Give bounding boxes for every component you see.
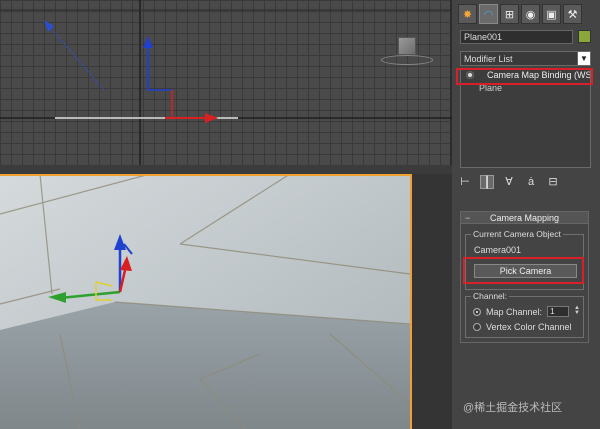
object-color-swatch[interactable] xyxy=(578,30,591,43)
current-camera-name: Camera001 xyxy=(474,245,522,255)
motion-tab-icon[interactable]: ◉ xyxy=(521,4,540,24)
top-viewport[interactable] xyxy=(0,0,452,165)
perspective-viewport[interactable] xyxy=(0,174,452,429)
map-channel-label: Map Channel: xyxy=(486,306,543,317)
vertex-color-label: Vertex Color Channel xyxy=(486,322,572,332)
group-label: Channel: xyxy=(471,291,510,301)
configure-sets-icon[interactable]: ⊟ xyxy=(546,175,560,189)
collapse-icon[interactable]: − xyxy=(465,212,470,224)
active-viewport-border-right xyxy=(410,174,452,429)
hierarchy-tab-icon[interactable]: ⊞ xyxy=(500,4,519,24)
group-label: Current Camera Object xyxy=(471,229,563,239)
make-unique-icon[interactable]: ∀ xyxy=(502,175,516,189)
vertex-color-row: Vertex Color Channel xyxy=(473,322,572,332)
spinner-arrows-icon[interactable]: ▲ ▼ xyxy=(574,305,581,317)
map-channel-row: Map Channel: 1 ▲ ▼ xyxy=(473,305,581,317)
modifier-list-dropdown[interactable]: Modifier List ▼ xyxy=(460,51,591,66)
rollout-title: Camera Mapping xyxy=(489,213,560,223)
view-cube-ring[interactable] xyxy=(381,55,433,65)
viewport-divider[interactable] xyxy=(0,165,452,174)
chevron-down-icon[interactable]: ▼ xyxy=(577,52,590,65)
viewport-render xyxy=(0,174,411,429)
utilities-tab-icon[interactable]: ⚒ xyxy=(563,4,582,24)
rollout-header[interactable]: − Camera Mapping xyxy=(461,212,588,224)
highlight-box-pick-camera xyxy=(463,257,584,284)
top-viewport-grid-overlay xyxy=(0,0,452,165)
watermark: @稀土掘金技术社区 xyxy=(463,402,563,414)
map-channel-radio[interactable] xyxy=(473,307,481,316)
create-tab-icon[interactable]: ✸ xyxy=(458,4,477,24)
object-name-field[interactable] xyxy=(460,30,573,44)
command-panel-tabs: ✸ ◠ ⊞ ◉ ▣ ⚒ xyxy=(458,4,582,26)
view-cube-icon[interactable] xyxy=(398,37,416,55)
modifier-stack-toolbar: ⊢ ┃ ∀ ȧ ⊟ xyxy=(458,175,560,191)
highlight-box-modifier xyxy=(456,68,593,85)
active-viewport-border-top xyxy=(0,174,412,176)
vertex-color-radio[interactable] xyxy=(473,323,481,331)
modifier-list-label: Modifier List xyxy=(464,54,513,64)
modify-tab-icon[interactable]: ◠ xyxy=(479,4,498,24)
command-panel: ✸ ◠ ⊞ ◉ ▣ ⚒ Modifier List ▼ Camera Map B… xyxy=(452,0,600,429)
show-end-result-icon[interactable]: ┃ xyxy=(480,175,494,189)
map-channel-spinner[interactable]: 1 xyxy=(547,306,570,317)
pin-stack-icon[interactable]: ⊢ xyxy=(458,175,472,189)
display-tab-icon[interactable]: ▣ xyxy=(542,4,561,24)
remove-modifier-icon[interactable]: ȧ xyxy=(524,175,538,189)
